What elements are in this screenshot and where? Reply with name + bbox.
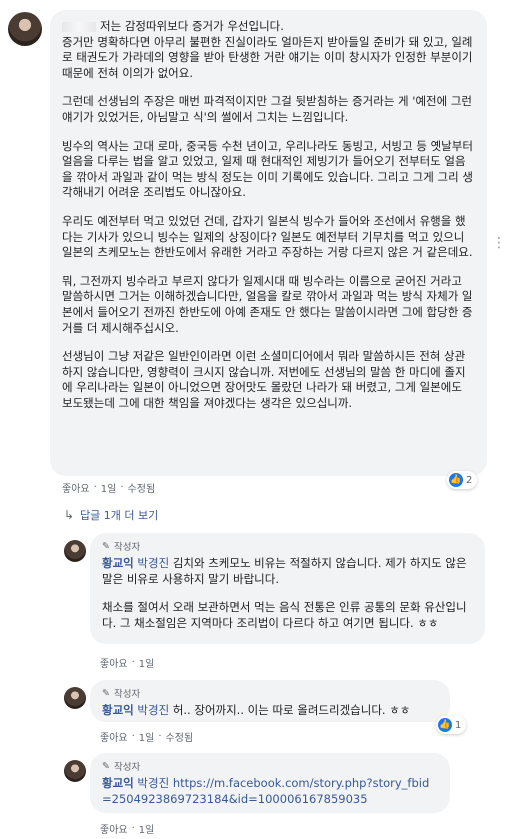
reply-2-tag[interactable]: 박경진	[137, 703, 169, 717]
reply-2-actions: 좋아요 · 1일 · 수정됨	[100, 729, 194, 744]
reply-2-author[interactable]: 황교익	[102, 703, 134, 717]
edited-label[interactable]: 수정됨	[128, 480, 156, 495]
reply-3-actions: 좋아요 · 1일	[100, 821, 155, 836]
author-badge: ✎ 작성자	[102, 760, 141, 774]
comment-paragraph-3: 빙수의 역사는 고대 로마, 중국등 수천 년이고, 우리나라도 동빙고, 서빙…	[62, 138, 473, 200]
reply-3-avatar[interactable]	[64, 760, 86, 782]
author-badge: ✎ 작성자	[102, 540, 141, 554]
reply-3-author[interactable]: 황교익	[102, 776, 134, 790]
more-options-icon[interactable]: ⋮	[492, 236, 506, 250]
comment-paragraph-1: 저는 감정따위보다 증거가 우선입니다. 증거만 명확하다면 아무리 불편한 진…	[62, 19, 473, 80]
reply-2-edited[interactable]: 수정됨	[166, 729, 194, 744]
reply-3-tag[interactable]: 박경진	[137, 776, 169, 790]
reply-1-actions: 좋아요 · 1일	[100, 655, 155, 670]
reply-1-tag[interactable]: 박경진	[137, 556, 169, 570]
reply-1-text: 황교익 박경진 김치와 츠케모노 비유는 적절하지 않습니다. 제가 하지도 않…	[102, 556, 467, 586]
redacted-name	[62, 21, 96, 32]
reply-1-bubble: ✎ 작성자 황교익 박경진 김치와 츠케모노 비유는 적절하지 않습니다. 제가…	[90, 533, 485, 644]
reply-3-time[interactable]: 1일	[139, 821, 155, 836]
reply-3-text: 황교익 박경진 https://m.facebook.com/story.php…	[102, 776, 438, 807]
like-reaction-icon: 👍	[438, 718, 452, 732]
comment-paragraph-6: 선생님이 그냥 저같은 일반인이라면 이런 소셜미디어에서 뭐라 말씀하시든 전…	[62, 349, 466, 410]
reply-arrow-icon: ↳	[64, 508, 75, 522]
reply-2-time[interactable]: 1일	[139, 729, 155, 744]
comment-time[interactable]: 1일	[101, 480, 117, 495]
reaction-count: 2	[466, 474, 473, 486]
reply-2-text: 황교익 박경진 허.. 장어까지.. 이는 따로 올려드리겠습니다. ㅎㅎ	[102, 703, 411, 717]
pencil-icon: ✎	[102, 687, 110, 699]
reply-2-reaction-count[interactable]: 👍 1	[436, 716, 467, 734]
reply-1-avatar[interactable]	[64, 540, 86, 562]
reply-3-bubble: ✎ 작성자 황교익 박경진 https://m.facebook.com/sto…	[90, 753, 450, 813]
reply-1-like-button[interactable]: 좋아요	[100, 655, 128, 670]
main-reaction-count[interactable]: 👍 2	[447, 471, 478, 489]
view-more-replies-link[interactable]: ↳ 답글 1개 더 보기	[64, 507, 158, 523]
reply-2-like-button[interactable]: 좋아요	[100, 729, 128, 744]
main-comment-actions: 좋아요 · 1일 · 수정됨	[62, 480, 156, 495]
reply-1-time[interactable]: 1일	[139, 655, 155, 670]
reply-1-text-2: 채소를 절여서 오래 보관하면서 먹는 음식 전통은 인류 공통의 문화 유산입…	[102, 600, 467, 630]
commenter-avatar[interactable]	[8, 12, 42, 46]
like-button[interactable]: 좋아요	[62, 480, 90, 495]
comment-paragraph-4: 우리도 예전부터 먹고 있었던 건데, 갑자기 일본식 빙수가 들어와 조선에서…	[62, 213, 473, 260]
reply-2-bubble: ✎ 작성자 황교익 박경진 허.. 장어까지.. 이는 따로 올려드리겠습니다.…	[90, 680, 450, 722]
main-comment-bubble: 저는 감정따위보다 증거가 우선입니다. 증거만 명확하다면 아무리 불편한 진…	[50, 10, 487, 476]
view-more-replies-label: 답글 1개 더 보기	[80, 509, 159, 522]
reply-1-author[interactable]: 황교익	[102, 556, 134, 570]
pencil-icon: ✎	[102, 540, 110, 552]
comment-paragraph-2: 그런데 선생님의 주장은 매번 파격적이지만 그걸 뒷받침하는 증거라는 게 '…	[62, 94, 473, 124]
like-reaction-icon: 👍	[449, 473, 463, 487]
pencil-icon: ✎	[102, 760, 110, 772]
comment-paragraph-5: 뭐, 그전까지 빙수라고 부르지 않다가 일제시대 때 빙수라는 이름으로 굳어…	[62, 273, 473, 335]
author-badge: ✎ 작성자	[102, 687, 141, 701]
reply-2-avatar[interactable]	[64, 687, 86, 709]
reply-3-like-button[interactable]: 좋아요	[100, 821, 128, 836]
